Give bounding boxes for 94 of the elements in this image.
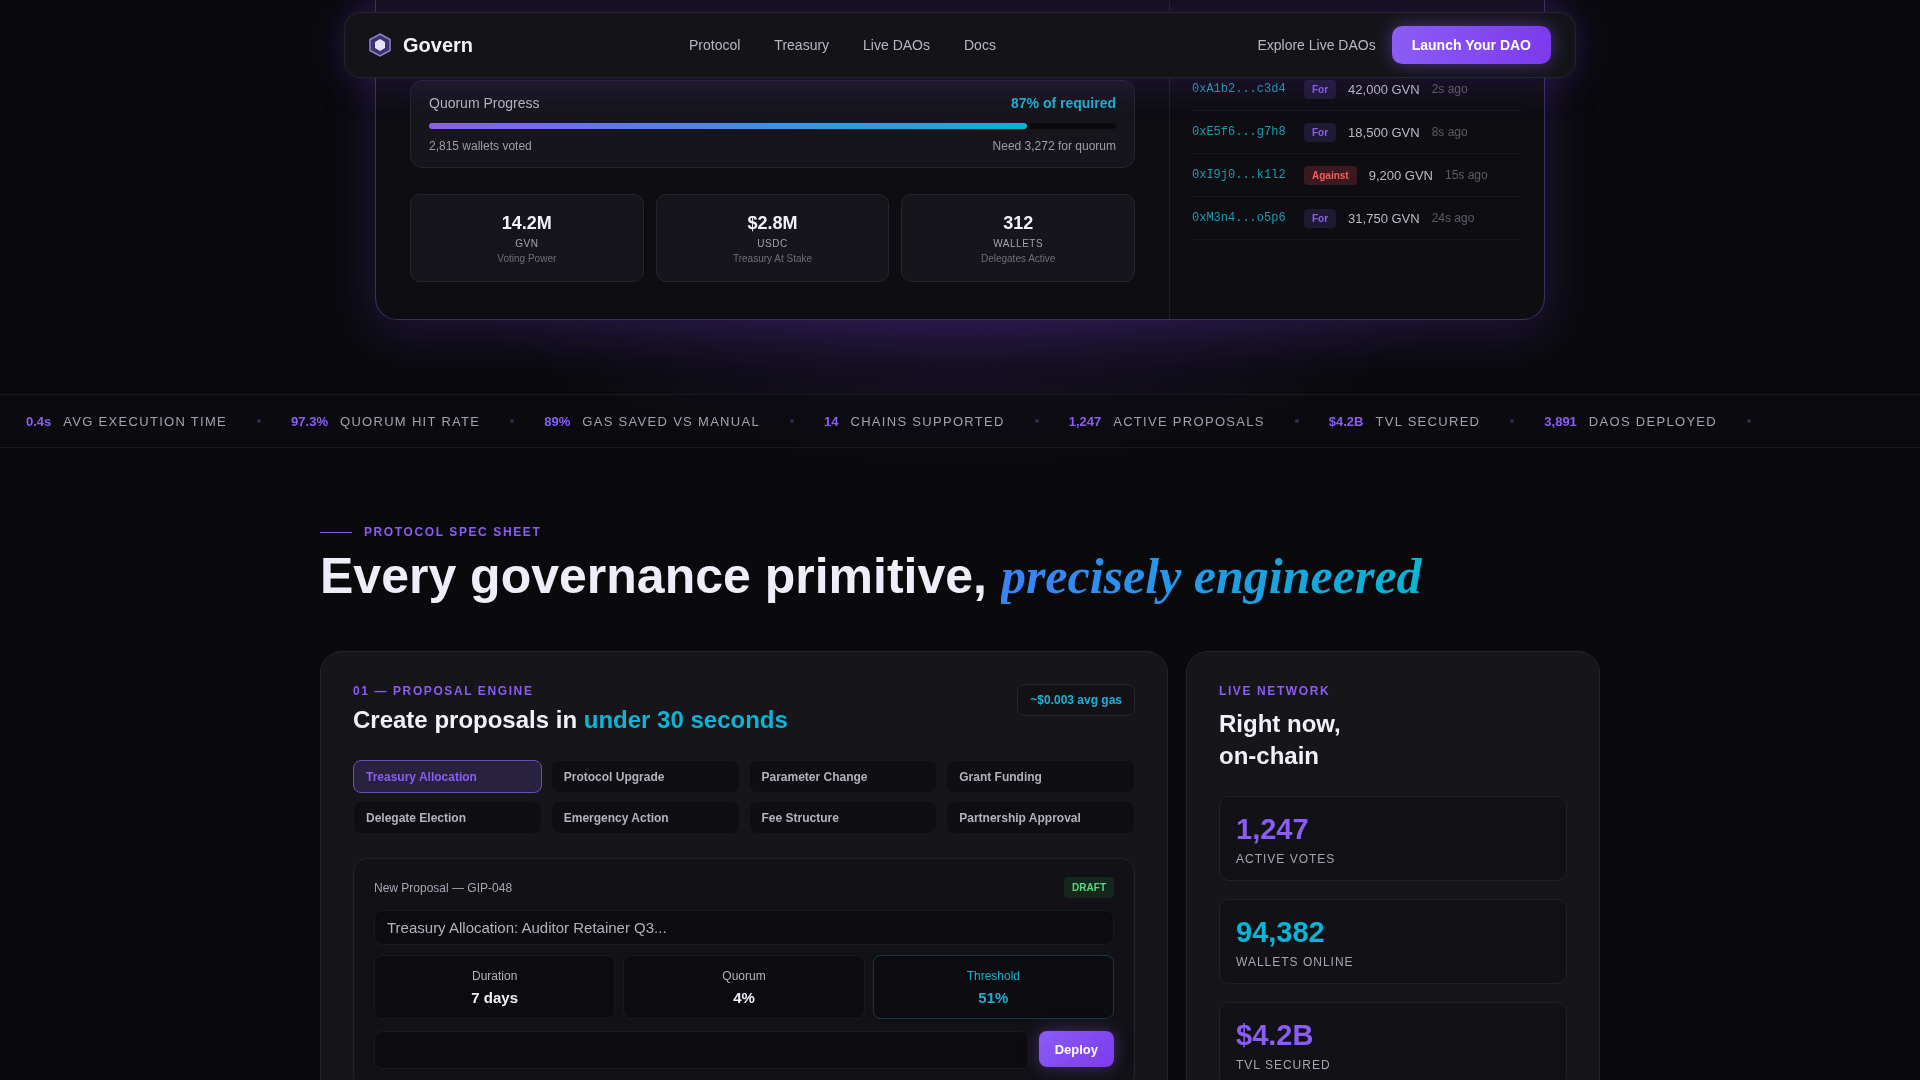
nav-link[interactable]: Treasury [774, 37, 830, 53]
separator-dot-icon [790, 419, 794, 423]
ticker-value: $4.2B [1328, 413, 1364, 429]
nav-link[interactable]: Protocol [689, 37, 741, 53]
hexagon-logo-icon [369, 33, 391, 57]
stat-value: $2.8M [747, 212, 798, 234]
gas-badge: ~$0.003 avg gas [1017, 684, 1135, 716]
parameter-label: Duration [472, 968, 518, 983]
network-stat-label: WALLETS ONLINE [1236, 955, 1355, 969]
deploy-button[interactable]: Deploy [1038, 1031, 1114, 1067]
stat-value: 14.2M [501, 212, 552, 234]
ticker-label: QUORUM HIT RATE [339, 413, 481, 429]
vote-time: 24s ago [1431, 211, 1475, 225]
wallet-address: 0xE5f6...g7h8 [1192, 125, 1287, 139]
ticker-value: 97.3% [291, 413, 328, 429]
wallet-address: 0xI9j0...k1l2 [1192, 168, 1287, 182]
section-eyebrow: PROTOCOL SPEC SHEET [364, 525, 542, 539]
proposal-type-chip[interactable]: Grant Funding [946, 760, 1135, 793]
launch-button[interactable]: Launch Your DAO [1391, 26, 1551, 64]
stat-unit: USDC [757, 237, 788, 249]
input-field[interactable] [374, 1031, 1029, 1069]
vote-amount: 9,200 GVN [1368, 167, 1433, 183]
stat-caption: Treasury At Stake [732, 252, 813, 264]
ticker-label: TVL SECURED [1375, 413, 1481, 429]
separator-dot-icon [1294, 419, 1299, 423]
separator-dot-icon [1034, 419, 1039, 423]
stat-unit: GVN [515, 237, 539, 249]
ticker-label: ACTIVE PROPOSALS [1113, 413, 1265, 429]
nav-link[interactable]: Live DAOs [863, 37, 930, 53]
parameter-card[interactable]: Duration 7 days [374, 955, 616, 1019]
ticker-label: DAOS DEPLOYED [1588, 413, 1717, 429]
ticker-value: 1,247 [1068, 413, 1102, 429]
parameter-value: 4% [733, 988, 755, 1006]
parameter-value: 51% [978, 988, 1009, 1006]
vote-amount: 18,500 GVN [1348, 124, 1420, 140]
separator-dot-icon [1510, 419, 1515, 423]
section-headline: Every governance primitive, precisely engineered [320, 547, 1423, 605]
draft-title: New Proposal — GIP-048 [374, 880, 513, 895]
status-badge: DRAFT [1064, 877, 1114, 898]
stat-caption: Delegates Active [980, 252, 1056, 264]
card-title-line: Right now, [1219, 709, 1342, 739]
vote-amount: 31,750 GVN [1348, 210, 1420, 226]
wallets-voted: 2,815 wallets voted [429, 139, 532, 153]
wallet-address: 0xA1b2...c3d4 [1192, 82, 1287, 96]
proposal-type-chip[interactable]: Parameter Change [748, 760, 938, 793]
proposal-type-chip[interactable]: Partnership Approval [946, 801, 1135, 834]
vote-badge: For [1304, 208, 1337, 228]
vote-amount: 42,000 GVN [1348, 81, 1420, 97]
network-stat-value: $4.2B [1236, 1019, 1315, 1052]
proposal-type-chip[interactable]: Treasury Allocation [353, 760, 542, 793]
card-eyebrow: 01 — PROPOSAL ENGINE [353, 684, 535, 698]
parameter-label: Threshold [966, 968, 1020, 983]
separator-dot-icon [1747, 419, 1751, 423]
vote-badge: For [1304, 79, 1337, 99]
proposal-title-field[interactable]: Treasury Allocation: Auditor Retainer Q3... [374, 910, 1114, 945]
stat-value: 312 [1003, 212, 1034, 234]
parameter-card[interactable]: Quorum 4% [623, 955, 865, 1019]
vote-time: 15s ago [1445, 168, 1488, 182]
network-stat-value: 1,247 [1236, 813, 1310, 846]
parameter-label: Quorum [722, 968, 766, 983]
wallet-address: 0xM3n4...o5p6 [1192, 211, 1287, 225]
ticker-value: 0.4s [26, 413, 52, 429]
ticker-value: 89% [544, 413, 571, 429]
ticker-label: CHAINS SUPPORTED [850, 413, 1005, 429]
proposal-type-chip[interactable]: Emergency Action [550, 801, 740, 834]
vote-time: 2s ago [1431, 82, 1468, 96]
quorum-label: Quorum Progress [429, 95, 540, 111]
card-eyebrow: LIVE NETWORK [1219, 684, 1332, 698]
explore-link[interactable]: Explore Live DAOs [1257, 37, 1376, 53]
separator-dot-icon [257, 419, 262, 423]
network-stat-label: ACTIVE VOTES [1236, 852, 1337, 866]
ticker-label: GAS SAVED VS MANUAL [582, 413, 760, 429]
card-title-line: on-chain [1219, 741, 1320, 771]
stat-unit: WALLETS [993, 237, 1044, 249]
quorum-need: Need 3,272 for quorum [992, 139, 1116, 153]
nav-link[interactable]: Docs [964, 37, 996, 53]
ticker-value: 14 [824, 413, 839, 429]
network-stat-value: 94,382 [1236, 916, 1326, 949]
proposal-type-chip[interactable]: Protocol Upgrade [550, 760, 740, 793]
network-stat-label: TVL SECURED [1236, 1058, 1332, 1072]
ticker-value: 3,891 [1544, 413, 1577, 429]
parameter-card[interactable]: Threshold 51% [872, 955, 1114, 1019]
parameter-value: 7 days [471, 988, 518, 1006]
separator-dot-icon [510, 419, 515, 423]
vote-time: 8s ago [1431, 125, 1468, 139]
card-title: Create proposals in under 30 seconds [353, 706, 788, 734]
vote-badge: Against [1304, 165, 1357, 185]
ticker-label: AVG EXECUTION TIME [63, 413, 228, 429]
quorum-percent: 87% of required [1010, 95, 1116, 111]
proposal-type-chip[interactable]: Fee Structure [748, 801, 938, 834]
vote-badge: For [1304, 122, 1337, 142]
brand-name[interactable]: Govern [403, 33, 474, 57]
stat-caption: Voting Power [497, 252, 557, 264]
proposal-type-chip[interactable]: Delegate Election [353, 801, 542, 834]
